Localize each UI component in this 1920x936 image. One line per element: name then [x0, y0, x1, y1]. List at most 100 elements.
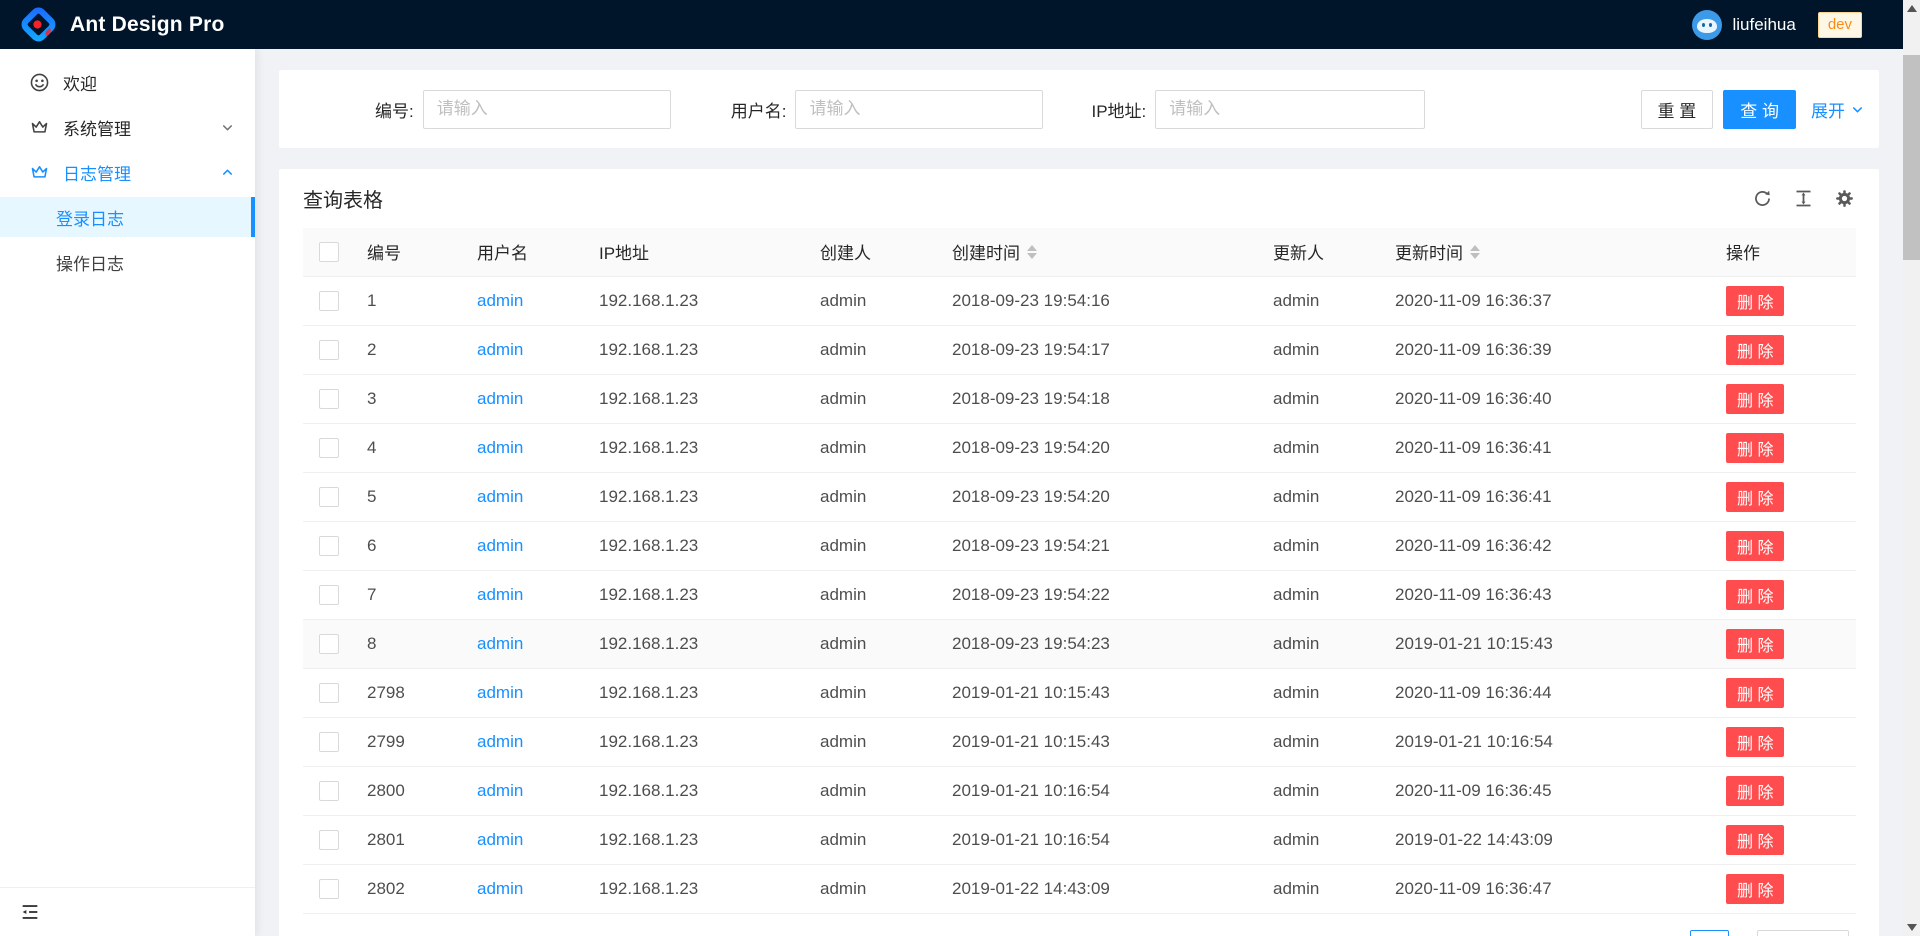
- cell-create-time: 2018-09-23 19:54:18: [936, 374, 1257, 423]
- id-input[interactable]: [423, 90, 671, 129]
- delete-button[interactable]: 删 除: [1726, 482, 1784, 512]
- cell-creator: admin: [804, 570, 936, 619]
- username-link[interactable]: admin: [477, 732, 523, 751]
- delete-button[interactable]: 删 除: [1726, 580, 1784, 610]
- cell-ip: 192.168.1.23: [583, 717, 804, 766]
- reset-button[interactable]: 重 置: [1641, 90, 1714, 129]
- username-input[interactable]: [795, 90, 1043, 129]
- chevron-down-icon: [1850, 102, 1865, 117]
- cell-ip: 192.168.1.23: [583, 521, 804, 570]
- sort-control[interactable]: [1470, 245, 1480, 259]
- sidebar-item-operation-log[interactable]: 操作日志: [0, 242, 255, 282]
- row-checkbox[interactable]: [319, 536, 339, 556]
- sidebar-item-label: 登录日志: [56, 205, 124, 230]
- select-all-checkbox[interactable]: [319, 242, 339, 262]
- vertical-scrollbar[interactable]: [1903, 0, 1920, 936]
- sort-control[interactable]: [1027, 245, 1037, 259]
- row-checkbox[interactable]: [319, 291, 339, 311]
- cell-id: 2798: [351, 668, 461, 717]
- cell-create-time: 2019-01-21 10:15:43: [936, 717, 1257, 766]
- delete-button[interactable]: 删 除: [1726, 727, 1784, 757]
- username-link[interactable]: admin: [477, 634, 523, 653]
- sort-desc-caret-icon[interactable]: [1027, 253, 1037, 259]
- user-avatar[interactable]: [1692, 10, 1722, 40]
- column-header-creator: 创建人: [804, 228, 936, 276]
- row-checkbox[interactable]: [319, 585, 339, 605]
- row-checkbox[interactable]: [319, 781, 339, 801]
- username-link[interactable]: admin: [477, 683, 523, 702]
- cell-updater: admin: [1257, 815, 1379, 864]
- column-header-create-time: 创建时间: [936, 228, 1257, 276]
- delete-button[interactable]: 删 除: [1726, 531, 1784, 561]
- pagination-current-page[interactable]: [1690, 930, 1729, 936]
- cell-creator: admin: [804, 717, 936, 766]
- username-link[interactable]: admin: [477, 781, 523, 800]
- delete-button[interactable]: 删 除: [1726, 335, 1784, 365]
- username-link[interactable]: admin: [477, 389, 523, 408]
- row-checkbox[interactable]: [319, 438, 339, 458]
- sidebar-menu: 欢迎 系统管理 日志管理 登录日志 操作日志: [0, 49, 255, 282]
- query-table-card: 查询表格: [279, 169, 1879, 936]
- username-link[interactable]: admin: [477, 487, 523, 506]
- sidebar-item-login-log[interactable]: 登录日志: [0, 197, 255, 237]
- row-checkbox[interactable]: [319, 879, 339, 899]
- scrollbar-down-arrow-icon[interactable]: [1903, 919, 1920, 936]
- logo-area[interactable]: Ant Design Pro: [0, 6, 224, 43]
- density-icon[interactable]: [1793, 188, 1814, 209]
- user-name[interactable]: liufeihua: [1732, 15, 1795, 35]
- cell-create-time: 2018-09-23 19:54:17: [936, 325, 1257, 374]
- settings-icon[interactable]: [1834, 188, 1855, 209]
- delete-button[interactable]: 删 除: [1726, 776, 1784, 806]
- cell-id: 8: [351, 619, 461, 668]
- delete-button[interactable]: 删 除: [1726, 433, 1784, 463]
- menu-fold-icon[interactable]: [19, 901, 41, 923]
- username-link[interactable]: admin: [477, 536, 523, 555]
- cell-id: 5: [351, 472, 461, 521]
- delete-button[interactable]: 删 除: [1726, 825, 1784, 855]
- cell-ip: 192.168.1.23: [583, 668, 804, 717]
- cell-update-time: 2020-11-09 16:36:45: [1379, 766, 1710, 815]
- sort-asc-caret-icon[interactable]: [1470, 245, 1480, 251]
- row-checkbox[interactable]: [319, 634, 339, 654]
- sidebar-item-welcome[interactable]: 欢迎: [0, 62, 255, 102]
- page-size-select[interactable]: [1757, 930, 1849, 936]
- username-link[interactable]: admin: [477, 830, 523, 849]
- sidebar-item-system-mgmt[interactable]: 系统管理: [0, 107, 255, 147]
- delete-button[interactable]: 删 除: [1726, 286, 1784, 316]
- username-link[interactable]: admin: [477, 879, 523, 898]
- expand-toggle[interactable]: 展开: [1811, 97, 1865, 122]
- row-checkbox[interactable]: [319, 683, 339, 703]
- row-checkbox[interactable]: [319, 732, 339, 752]
- username-link[interactable]: admin: [477, 585, 523, 604]
- column-header-actions: 操作: [1710, 228, 1856, 276]
- sort-desc-caret-icon[interactable]: [1470, 253, 1480, 259]
- ip-input[interactable]: [1155, 90, 1425, 129]
- sort-asc-caret-icon[interactable]: [1027, 245, 1037, 251]
- username-link[interactable]: admin: [477, 438, 523, 457]
- delete-button[interactable]: 删 除: [1726, 384, 1784, 414]
- cell-creator: admin: [804, 668, 936, 717]
- ip-field-label: IP地址:: [1091, 97, 1146, 122]
- row-checkbox[interactable]: [319, 340, 339, 360]
- username-link[interactable]: admin: [477, 340, 523, 359]
- cell-updater: admin: [1257, 668, 1379, 717]
- row-checkbox[interactable]: [319, 487, 339, 507]
- app-title: Ant Design Pro: [70, 13, 224, 37]
- cell-updater: admin: [1257, 276, 1379, 325]
- scrollbar-thumb[interactable]: [1903, 55, 1920, 260]
- row-checkbox[interactable]: [319, 389, 339, 409]
- delete-button[interactable]: 删 除: [1726, 629, 1784, 659]
- row-checkbox[interactable]: [319, 830, 339, 850]
- scrollbar-up-arrow-icon[interactable]: [1903, 0, 1920, 17]
- reload-icon[interactable]: [1752, 188, 1773, 209]
- table-row: 8 admin 192.168.1.23 admin 2018-09-23 19…: [303, 619, 1856, 668]
- table-row: 2799 admin 192.168.1.23 admin 2019-01-21…: [303, 717, 1856, 766]
- delete-button[interactable]: 删 除: [1726, 874, 1784, 904]
- query-button[interactable]: 查 询: [1723, 90, 1796, 129]
- delete-button[interactable]: 删 除: [1726, 678, 1784, 708]
- sidebar-item-log-mgmt[interactable]: 日志管理: [0, 152, 255, 192]
- cell-update-time: 2019-01-21 10:15:43: [1379, 619, 1710, 668]
- cell-ip: 192.168.1.23: [583, 276, 804, 325]
- cell-create-time: 2018-09-23 19:54:21: [936, 521, 1257, 570]
- username-link[interactable]: admin: [477, 291, 523, 310]
